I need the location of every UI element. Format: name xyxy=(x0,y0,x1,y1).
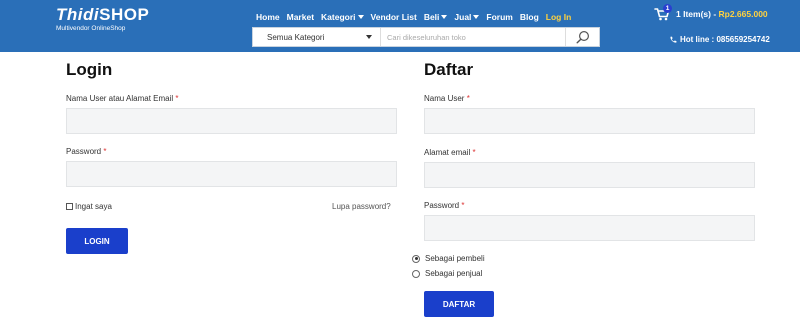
login-password-label: Password * xyxy=(66,147,106,156)
login-button[interactable]: LOGIN xyxy=(66,228,128,254)
hotline-text: Hot line : 085659254742 xyxy=(680,35,770,44)
cart-icon[interactable]: 1 xyxy=(654,4,672,21)
search-input[interactable] xyxy=(381,28,565,46)
nav-item-label: Vendor List xyxy=(370,12,417,22)
cart-total: Rp2.665.000 xyxy=(718,9,768,19)
nav-item-jual[interactable]: Jual xyxy=(454,12,480,23)
cart-count-badge: 1 xyxy=(663,4,672,13)
register-username-input[interactable] xyxy=(424,108,755,134)
role-radio-buyer[interactable] xyxy=(412,254,420,263)
nav-item-label: Kategori xyxy=(321,12,356,22)
lost-password-link[interactable]: Lupa password? xyxy=(332,202,391,211)
nav-item-log-in[interactable]: Log In xyxy=(546,12,572,23)
nav-item-label: Log In xyxy=(545,12,572,22)
register-username-label-text: Nama User xyxy=(424,94,465,103)
login-title: Login xyxy=(66,60,113,79)
nav-item-label: Blog xyxy=(519,12,539,22)
required-mark: * xyxy=(472,148,476,157)
register-email-label: Alamat email * xyxy=(424,148,476,157)
nav-item-label: Forum xyxy=(486,12,513,22)
nav-item-label: Home xyxy=(256,12,280,22)
logo-tagline: Multivendor OnlineShop xyxy=(56,25,126,32)
required-mark: * xyxy=(175,94,179,103)
register-button[interactable]: DAFTAR xyxy=(424,291,494,317)
chevron-down-icon xyxy=(441,15,448,19)
chevron-down-icon xyxy=(357,15,364,19)
login-username-label: Nama User atau Alamat Email * xyxy=(66,94,179,103)
role-radio-seller[interactable] xyxy=(412,269,420,278)
register-username-label: Nama User * xyxy=(424,94,470,103)
site-logo[interactable]: ThidiSHOP Multivendor OnlineShop xyxy=(56,5,149,33)
nav-item-kategori[interactable]: Kategori xyxy=(321,12,364,23)
nav-item-forum[interactable]: Forum xyxy=(486,12,512,23)
register-password-label-text: Password xyxy=(424,201,460,210)
required-mark: * xyxy=(466,94,470,103)
phone-icon xyxy=(670,36,677,43)
nav-item-market[interactable]: Market xyxy=(287,12,314,23)
search-button[interactable] xyxy=(565,28,599,46)
remember-me-checkbox[interactable] xyxy=(66,203,73,210)
login-username-input[interactable] xyxy=(66,108,397,134)
role-label-seller: Sebagai penjual xyxy=(425,269,483,278)
login-password-input[interactable] xyxy=(66,161,397,187)
chevron-down-icon xyxy=(366,35,372,39)
hotline: Hot line : 085659254742 xyxy=(669,35,770,44)
chevron-down-icon xyxy=(473,15,480,19)
main-nav: Home Market Kategori Vendor List Beli Jual For… xyxy=(256,12,578,23)
nav-item-vendor-list[interactable]: Vendor List xyxy=(371,12,417,23)
login-password-label-text: Password xyxy=(66,147,102,156)
register-title: Daftar xyxy=(424,60,474,79)
site-header: ThidiSHOP Multivendor OnlineShop Home Mar… xyxy=(0,0,800,52)
remember-me-label: Ingat saya xyxy=(75,202,112,211)
nav-item-blog[interactable]: Blog xyxy=(520,12,539,23)
search-icon xyxy=(576,30,589,44)
role-option-buyer[interactable]: Sebagai pembeli xyxy=(412,254,485,263)
logo-brand-text: SHOP xyxy=(99,5,150,24)
register-password-label: Password * xyxy=(424,201,464,210)
nav-item-beli[interactable]: Beli xyxy=(424,12,448,23)
search-bar: Semua Kategori xyxy=(252,27,600,47)
login-username-label-text: Nama User atau Alamat Email xyxy=(66,94,174,103)
remember-me[interactable]: Ingat saya xyxy=(66,202,112,211)
register-password-input[interactable] xyxy=(424,215,755,241)
nav-item-label: Jual xyxy=(454,12,472,22)
required-mark: * xyxy=(461,201,465,210)
logo-main-text: Thidi xyxy=(56,5,100,24)
cart-items-text: 1 Item(s) - xyxy=(676,9,719,19)
role-label-buyer: Sebagai pembeli xyxy=(425,254,485,263)
register-email-label-text: Alamat email xyxy=(424,148,471,157)
nav-item-label: Beli xyxy=(423,12,440,22)
logo-wordmark: ThidiSHOP xyxy=(56,5,149,25)
role-option-seller[interactable]: Sebagai penjual xyxy=(412,269,482,278)
cart-summary[interactable]: 1 1 Item(s) - Rp2.665.000 xyxy=(654,4,768,21)
nav-item-home[interactable]: Home xyxy=(256,12,280,23)
register-email-input[interactable] xyxy=(424,162,755,188)
nav-item-label: Market xyxy=(286,12,315,22)
category-select[interactable]: Semua Kategori xyxy=(253,28,381,46)
category-select-value: Semua Kategori xyxy=(267,32,325,42)
required-mark: * xyxy=(103,147,107,156)
cart-text[interactable]: 1 Item(s) - Rp2.665.000 xyxy=(676,9,768,19)
